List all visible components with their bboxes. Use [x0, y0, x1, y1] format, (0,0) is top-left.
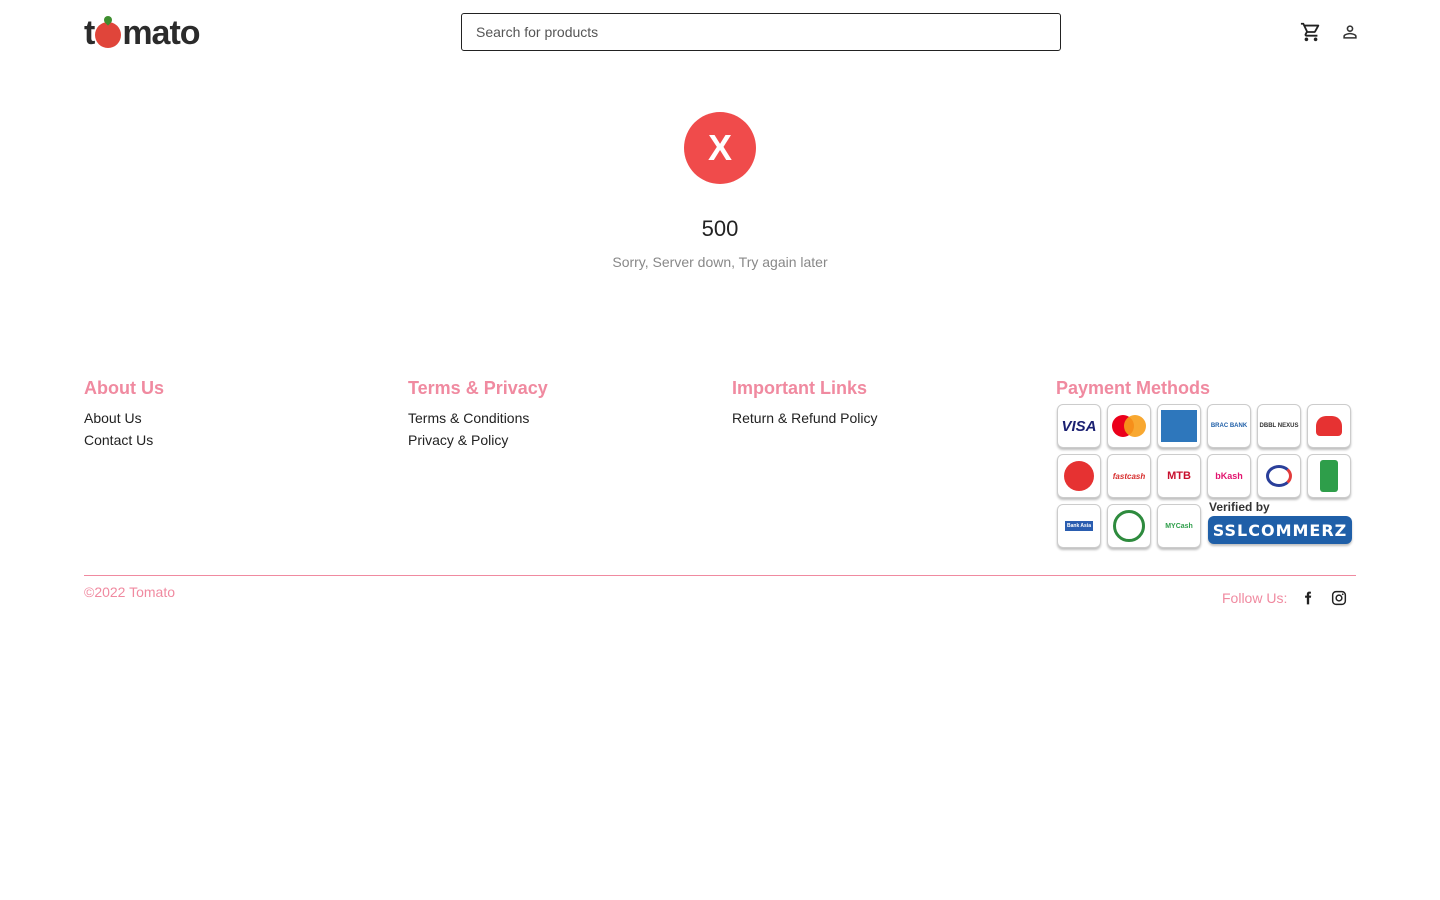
error-message: Sorry, Server down, Try again later	[612, 254, 828, 270]
error-icon: X	[684, 112, 756, 184]
search-input[interactable]	[461, 13, 1061, 51]
payment-label: VISA	[1061, 417, 1097, 435]
payment-surecash	[1307, 454, 1351, 498]
payment-dbbl-nexus: DBBL NEXUS	[1257, 404, 1301, 448]
footer-heading-about: About Us	[84, 378, 164, 398]
upay-icon	[1113, 510, 1145, 542]
header: t mato	[0, 0, 1440, 64]
logo-text-rest: mato	[122, 14, 200, 52]
error-badge-text: X	[707, 127, 732, 168]
tomato-icon	[95, 22, 122, 48]
surecash-icon	[1320, 460, 1338, 492]
footer-about: About Us About Us Contact Us	[84, 378, 164, 451]
link-contact-us[interactable]: Contact Us	[84, 429, 164, 451]
payment-mycash: MYCash	[1157, 504, 1201, 548]
sslcommerz-logo: SSLCOMMERZ	[1208, 516, 1352, 544]
payment-label: DBBL NEXUS	[1259, 423, 1299, 429]
payment-label: MYCash	[1165, 522, 1193, 530]
payment-visa: VISA	[1057, 404, 1101, 448]
verified-label: Verified by	[1209, 500, 1270, 514]
instagram-icon[interactable]	[1330, 589, 1348, 607]
payment-qcash	[1057, 454, 1101, 498]
payment-mtb: MTB	[1157, 454, 1201, 498]
qcash-icon	[1064, 461, 1094, 491]
payment-citytouch	[1307, 404, 1351, 448]
payment-label: Bank Asia	[1065, 521, 1093, 531]
footer-heading-payment: Payment Methods	[1056, 378, 1211, 398]
payment-upay	[1107, 504, 1151, 548]
payment-fastcash: fastcash	[1107, 454, 1151, 498]
payment-label: MTB	[1167, 470, 1191, 482]
ssl-verified-badge: Verified by SSLCOMMERZ	[1208, 500, 1352, 546]
mastercard-icon	[1112, 415, 1146, 437]
page: tmato X 500 Sorry, Server down, Try agai…	[0, 0, 1440, 900]
footer-divider	[84, 575, 1356, 576]
link-terms-conditions[interactable]: Terms & Conditions	[408, 407, 548, 429]
footer-heading-important: Important Links	[732, 378, 868, 398]
payment-bank-asia: Bank Asia	[1057, 504, 1101, 548]
logo[interactable]: t mato	[84, 14, 201, 52]
logo-text-t: t	[84, 14, 95, 52]
follow-label: Follow Us:	[1222, 590, 1288, 606]
payment-label: bKash	[1215, 471, 1243, 481]
copyright: ©2022 Tomato	[84, 584, 176, 600]
link-return-refund[interactable]: Return & Refund Policy	[732, 407, 878, 429]
user-icon[interactable]	[1338, 20, 1362, 44]
error-code: 500	[701, 216, 739, 241]
link-about-us[interactable]: About Us	[84, 407, 164, 429]
footer-important: Important Links Return & Refund Policy	[732, 378, 878, 429]
payment-brac-bank: BRAC BANK	[1207, 404, 1251, 448]
payment-label: fastcash	[1112, 471, 1146, 481]
footer-payment: Payment Methods	[1056, 378, 1210, 407]
payment-mastercard	[1107, 404, 1151, 448]
mcash-icon	[1266, 465, 1292, 487]
payment-amex	[1157, 404, 1201, 448]
amex-icon	[1161, 410, 1197, 442]
facebook-icon[interactable]	[1299, 589, 1317, 607]
citytouch-icon	[1316, 416, 1342, 436]
payment-mcash	[1257, 454, 1301, 498]
cart-icon[interactable]	[1299, 20, 1323, 44]
payment-bkash: bKash	[1207, 454, 1251, 498]
footer-terms: Terms & Privacy Terms & Conditions Priva…	[408, 378, 548, 451]
link-privacy-policy[interactable]: Privacy & Policy	[408, 429, 548, 451]
payment-label: BRAC BANK	[1210, 423, 1248, 429]
footer-heading-terms: Terms & Privacy	[408, 378, 548, 398]
